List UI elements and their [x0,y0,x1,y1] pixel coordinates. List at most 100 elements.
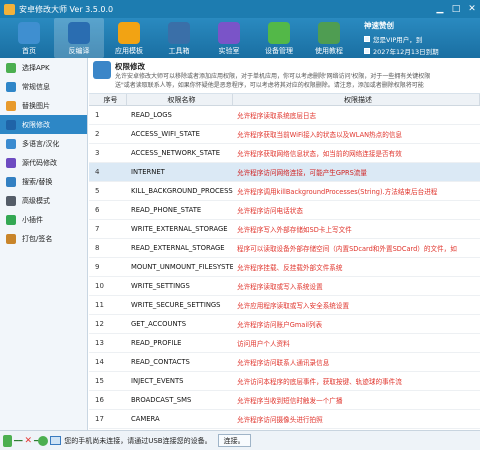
table-row[interactable]: 10 WRITE_SETTINGS 允许程序读取或写入系统设置 [89,277,480,296]
permission-description: 允许程序写入外部存储如SD卡上写文件 [237,226,352,234]
device-check-icon [268,22,290,44]
sidebar-item-label: 搜索/替换 [22,177,53,186]
table-row[interactable]: 17 CAMERA 允许程序访问摄像头进行拍照 [89,410,480,429]
close-icon[interactable]: ✕ [464,1,480,17]
sidebar-item-1[interactable]: 常规信息 [0,77,87,96]
permission-description: 允许程序访问摄像头进行拍照 [237,416,323,424]
toolbar-item-6[interactable]: 使用教程 [304,18,354,58]
sidebar-item-label: 常规信息 [22,82,50,91]
toolbar-item-3[interactable]: 工具箱 [154,18,204,58]
column-header-permission-description[interactable]: 权限描述 [233,94,480,105]
table-row[interactable]: 7 WRITE_EXTERNAL_STORAGE 允许程序写入外部存储如SD卡上写文… [89,220,480,239]
permission-description: 允许程序访问电话状态 [237,207,303,215]
home-icon [18,22,40,44]
sidebar-item-6[interactable]: 搜索/替换 [0,172,87,191]
sidebar: 选择APK 常规信息替换图片权限修改多语言/汉化 源代码修改搜索/替换高级模式 小插件… [0,58,88,430]
toolbar-item-0[interactable]: 首页 [4,18,54,58]
sidebar-item-0[interactable]: 选择APK [0,58,87,77]
toolbar-item-label: 使用教程 [315,47,343,55]
dash-line-icon: ━━ [14,436,23,445]
sidebar-item-label: 多语言/汉化 [22,139,60,148]
toolbar-item-1[interactable]: 反编译 [54,18,104,58]
table-row[interactable]: 15 INJECT_EVENTS 允许访问本程序的底层事件，获取按键、轨迹球的事件流 [89,372,480,391]
toolbar-item-label: 反编译 [68,47,90,55]
row-number: 14 [95,358,104,366]
language-icon [6,138,16,149]
toolbar-item-label: 应用模板 [115,47,143,55]
sidebar-item-3[interactable]: 权限修改 [0,115,87,134]
image-icon [6,100,16,111]
checkbox-icon[interactable] [364,36,370,42]
permission-name: WRITE_SETTINGS [131,282,190,290]
apk-icon [6,62,16,73]
main-panel: 权限修改 允许安卓修改大师可以移除或者添加应用权限，对于单机应用，你可以考虑删除… [89,58,480,430]
permission-info-icon [93,61,111,79]
permission-name: CAMERA [131,415,160,423]
usb-icon [38,435,49,446]
toolbar-item-label: 工具箱 [168,47,190,55]
row-number: 8 [95,244,100,252]
permission-description: 允许程序读取系统底层日志 [237,112,317,120]
sidebar-item-label: 权限修改 [22,120,50,129]
table-row[interactable]: 14 READ_CONTACTS 允许程序访问联系人通讯录信息 [89,353,480,372]
sidebar-item-7[interactable]: 高级模式 [0,191,87,210]
table-row[interactable]: 13 READ_PROFILE 访问用户个人资料 [89,334,480,353]
table-row[interactable]: 1 READ_LOGS 允许程序读取系统底层日志 [89,106,480,125]
minimize-icon[interactable]: ▁ [432,1,448,17]
flask-icon [218,22,240,44]
info-description-line-2: 送"或者读取联系人等，如果你怀疑他是恶意程序，可以考虑将其对应的权限删除。请注意… [115,82,424,89]
permission-description: 允许程序获取网络信息状态，如当前的网络连接是否有效 [237,150,402,158]
toolbar-item-4[interactable]: 实验室 [204,18,254,58]
permission-name: WRITE_EXTERNAL_STORAGE [131,225,228,233]
toolbar-item-5[interactable]: 设备管理 [254,18,304,58]
table-row[interactable]: 2 ACCESS_WIFI_STATE 允许程序获取当前WiFi接入的状态以及WLA… [89,125,480,144]
status-bar: ━━ ✕ ━ 您的手机尚未连接，请通过USB连接您的设备。 连接。 [0,430,480,450]
vip-expiry-text: 2027年12月13日到期 [373,48,439,56]
toolbar-item-label: 设备管理 [265,47,293,55]
permission-description: 允许程序访问联系人通讯录信息 [237,359,330,367]
table-row[interactable]: 16 BROADCAST_SMS 允许程序当收到短信时触发一个广播 [89,391,480,410]
row-number: 17 [95,415,104,423]
decompile-icon [68,22,90,44]
table-row[interactable]: 11 WRITE_SECURE_SETTINGS 允许应用程序读取或写入安全系统设置 [89,296,480,315]
info-panel: 权限修改 允许安卓修改大师可以移除或者添加应用权限，对于单机应用，你可以考虑删除… [89,58,480,94]
toolbar-item-2[interactable]: 应用模板 [104,18,154,58]
toolbox-icon [168,22,190,44]
row-number: 2 [95,130,100,138]
app-logo-icon [4,3,15,15]
table-row[interactable]: 4 INTERNET 允许程序访问网络连接，可能产生GPRS流量 [89,163,480,182]
connect-button[interactable]: 连接。 [217,434,251,447]
sidebar-item-5[interactable]: 源代码修改 [0,153,87,172]
row-number: 15 [95,377,104,385]
main-toolbar: 首页 反编译 应用模板 工具箱 实验室 设备管理 使用教程 神速赞创 您是VIP用户，到 2027… [0,18,480,58]
permission-name: INTERNET [131,168,165,176]
permission-name: INJECT_EVENTS [131,377,184,385]
sidebar-item-8[interactable]: 小插件 [0,210,87,229]
sidebar-item-9[interactable]: 打包/签名 [0,229,87,248]
maximize-icon[interactable]: □ [448,1,464,17]
table-row[interactable]: 3 ACCESS_NETWORK_STATE 允许程序获取网络信息状态，如当前的网络… [89,144,480,163]
sidebar-item-label: 源代码修改 [22,158,57,167]
disconnected-x-icon: ✕ [24,435,32,446]
permission-description: 程序可以读取设备外部存储空间（内置SDcard和外置SDCard）的文件，如 [237,245,457,253]
permission-name: READ_PROFILE [131,339,182,347]
table-row[interactable]: 6 READ_PHONE_STATE 允许程序访问电话状态 [89,201,480,220]
permission-name: ACCESS_NETWORK_STATE [131,149,221,157]
table-row[interactable]: 8 READ_EXTERNAL_STORAGE 程序可以读取设备外部存储空间（内置S… [89,239,480,258]
advanced-icon [6,195,16,206]
table-row[interactable]: 9 MOUNT_UNMOUNT_FILESYSTEMS 允许程序挂载、反挂载外部文件… [89,258,480,277]
table-header: 序号 权限名称 权限描述 [89,94,480,106]
permission-name: READ_LOGS [131,111,172,119]
table-row[interactable]: 5 KILL_BACKGROUND_PROCESSES 允许程序调用killBack… [89,182,480,201]
column-header-number[interactable]: 序号 [89,94,127,105]
row-number: 4 [95,168,100,176]
table-row[interactable]: 12 GET_ACCOUNTS 允许程序访问账户Gmail列表 [89,315,480,334]
permission-description: 允许程序获取当前WiFi接入的状态以及WLAN热点的信息 [237,131,403,139]
row-number: 7 [95,225,100,233]
sidebar-item-2[interactable]: 替换图片 [0,96,87,115]
sidebar-item-4[interactable]: 多语言/汉化 [0,134,87,153]
row-number: 12 [95,320,104,328]
checkbox-icon[interactable] [364,48,370,54]
permission-name: WRITE_SECURE_SETTINGS [131,301,221,309]
column-header-permission-name[interactable]: 权限名称 [127,94,233,105]
